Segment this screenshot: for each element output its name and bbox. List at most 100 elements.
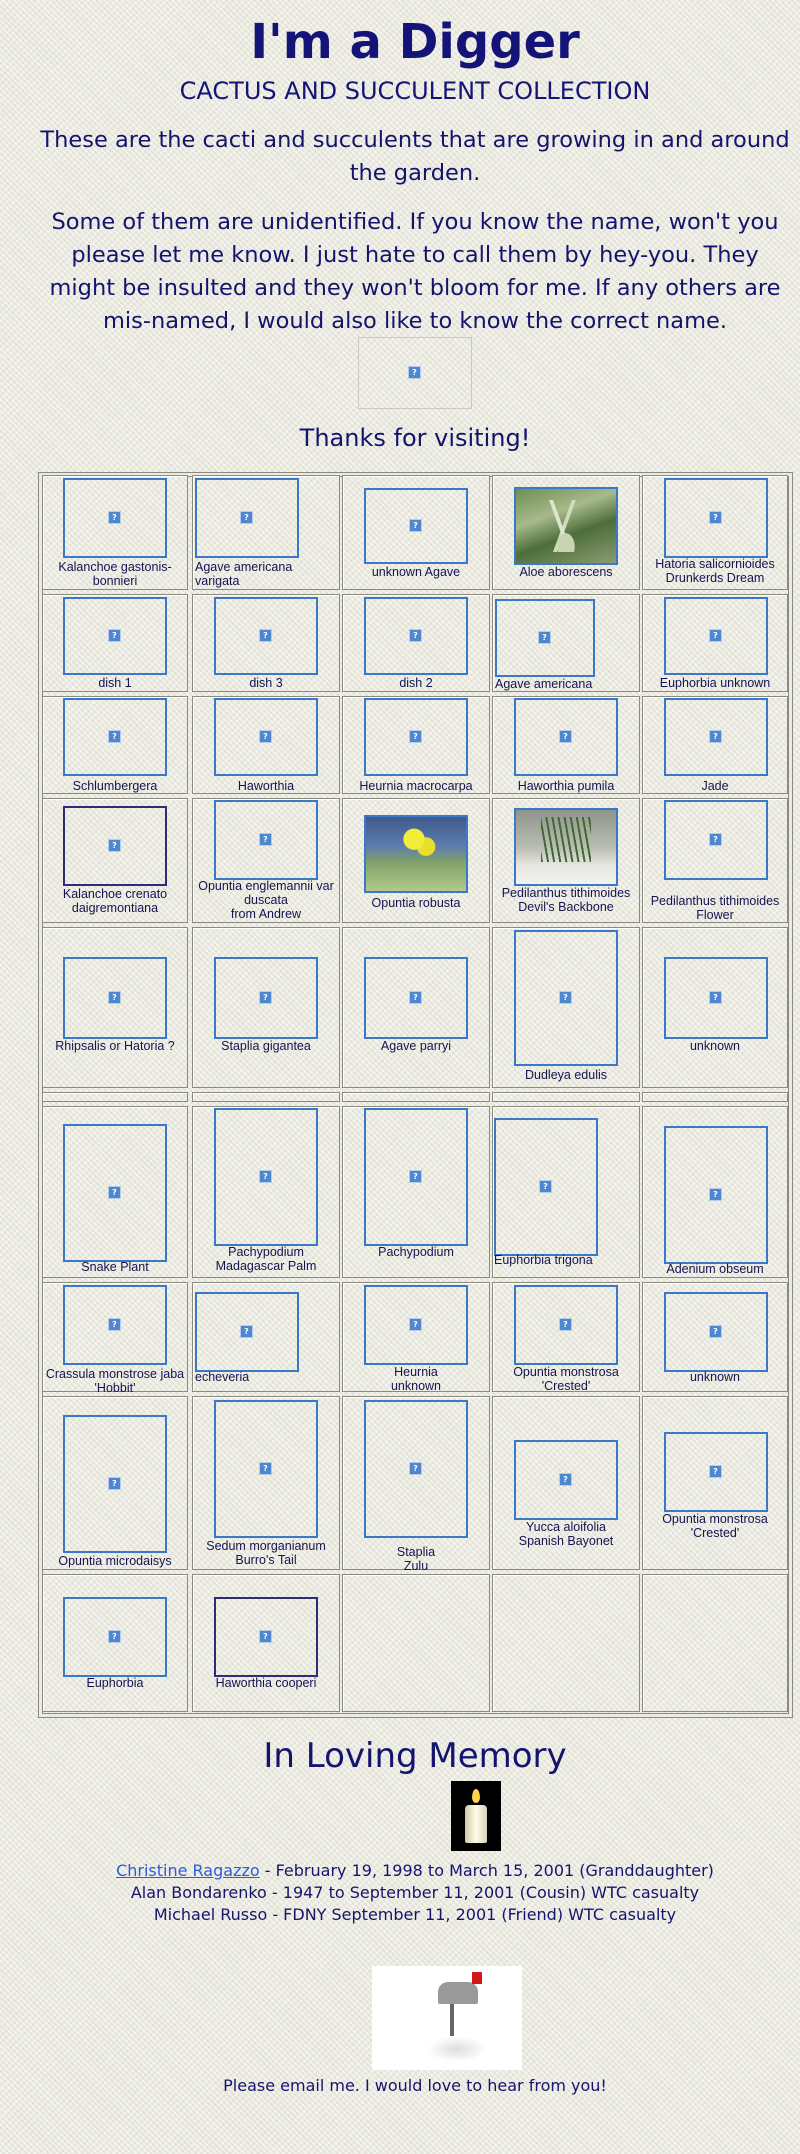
plant-caption: Rhipsalis or Hatoria ? (55, 1039, 175, 1053)
plant-caption: Sedum morganianum Burro's Tail (206, 1539, 326, 1567)
plant-thumbnail[interactable]: ? (364, 1400, 468, 1538)
plant-caption: dish 1 (98, 676, 132, 690)
plant-thumbnail[interactable]: ? (63, 1415, 167, 1553)
plant-caption: Adenium obseum (666, 1262, 764, 1276)
plant-thumbnail[interactable]: ? (664, 957, 768, 1039)
plant-caption: Euphorbia trigona (494, 1253, 593, 1267)
plant-caption: unknown (689, 1039, 741, 1053)
plant-thumbnail[interactable]: ? (514, 930, 618, 1066)
email-me-text[interactable]: Please email me. I would love to hear fr… (0, 2076, 800, 2095)
plant-thumbnail[interactable]: ? (63, 698, 167, 776)
plant-caption: Pedilanthus tithimoides Devil's Backbone (501, 886, 631, 914)
plant-thumbnail[interactable]: ? (514, 1440, 618, 1520)
plant-thumbnail[interactable]: ? (63, 957, 167, 1039)
plant-caption: Schlumbergera (72, 779, 158, 793)
mailbox-image[interactable] (372, 1966, 522, 2070)
broken-image-icon: ? (259, 730, 272, 743)
memorial-line-2: Alan Bondarenko - 1947 to September 11, … (130, 1883, 700, 1902)
broken-image-icon: ? (709, 991, 722, 1004)
broken-image-icon: ? (538, 631, 551, 644)
broken-image-icon: ? (709, 629, 722, 642)
plant-caption: Crassula monstrose jaba 'Hobbit' (45, 1367, 185, 1395)
table-cell (342, 1092, 490, 1102)
plant-thumbnail[interactable]: ? (664, 1292, 768, 1372)
plant-caption: Heurnia macrocarpa (359, 779, 473, 793)
broken-image-icon: ? (108, 991, 121, 1004)
plant-caption: unknown (689, 1370, 741, 1384)
plant-thumbnail[interactable]: ? (364, 597, 468, 675)
plant-caption: Haworthia pumila (517, 779, 615, 793)
plant-thumbnail[interactable]: ? (664, 1432, 768, 1512)
table-cell (492, 1092, 640, 1102)
plant-thumbnail[interactable]: ? (195, 1292, 299, 1372)
plant-caption: dish 2 (399, 676, 433, 690)
plant-thumbnail[interactable]: ? (214, 1108, 318, 1246)
plant-thumbnail[interactable]: ? (514, 1285, 618, 1365)
broken-image-icon: ? (409, 1462, 422, 1475)
broken-image-icon: ? (559, 1318, 572, 1331)
plant-thumbnail[interactable]: ? (364, 698, 468, 776)
intro-paragraph-1: These are the cacti and succulents that … (40, 127, 790, 186)
plant-thumbnail[interactable] (514, 487, 618, 565)
broken-image-icon: ? (108, 629, 121, 642)
plant-caption: Opuntia monstrosa 'Crested' (513, 1365, 619, 1393)
broken-image-icon: ? (108, 1318, 121, 1331)
plant-thumbnail[interactable]: ? (63, 1597, 167, 1677)
plant-thumbnail[interactable]: ? (664, 698, 768, 776)
broken-image-icon: ? (108, 511, 121, 524)
plant-thumbnail[interactable]: ? (514, 698, 618, 776)
plant-caption: Haworthia cooperi (215, 1676, 317, 1690)
plant-thumbnail[interactable]: ? (63, 806, 167, 886)
broken-image-icon: ? (709, 1325, 722, 1338)
candle-image (451, 1781, 501, 1851)
plant-thumbnail[interactable]: ? (664, 800, 768, 880)
broken-image-icon: ? (409, 730, 422, 743)
page-title: I'm a Digger (250, 14, 580, 70)
plant-thumbnail[interactable] (364, 815, 468, 893)
plant-caption: Pachypodium (378, 1245, 454, 1259)
plant-thumbnail[interactable]: ? (364, 488, 468, 564)
broken-image-icon: ? (108, 1186, 121, 1199)
plant-thumbnail[interactable]: ? (214, 698, 318, 776)
plant-thumbnail[interactable]: ? (214, 1597, 318, 1677)
plant-thumbnail[interactable]: ? (63, 597, 167, 675)
plant-caption: Staplia Zulu (396, 1545, 436, 1573)
plant-thumbnail[interactable]: ? (63, 478, 167, 558)
plant-thumbnail[interactable]: ? (495, 599, 595, 677)
plant-caption: Kalanchoe gastonis-bonnieri (58, 560, 172, 588)
plant-thumbnail[interactable]: ? (214, 597, 318, 675)
broken-image-icon: ? (559, 991, 572, 1004)
plant-caption: Opuntia microdaisys (58, 1554, 172, 1568)
intro-paragraph-2: Some of them are unidentified. If you kn… (49, 209, 781, 334)
plant-thumbnail[interactable]: ? (364, 1108, 468, 1246)
plant-thumbnail[interactable]: ? (364, 1285, 468, 1365)
plant-thumbnail[interactable]: ? (214, 957, 318, 1039)
plant-caption: Jade (701, 779, 729, 793)
plant-thumbnail[interactable]: ? (664, 597, 768, 675)
plant-thumbnail[interactable]: ? (214, 1400, 318, 1538)
plant-thumbnail[interactable]: ? (63, 1285, 167, 1365)
broken-image-icon: ? (409, 629, 422, 642)
broken-image-icon: ? (709, 730, 722, 743)
plant-thumbnail[interactable]: ? (494, 1118, 598, 1256)
plant-thumbnail[interactable] (514, 808, 618, 886)
plant-thumbnail[interactable]: ? (214, 800, 318, 880)
broken-image-icon: ? (108, 1477, 121, 1490)
broken-image-icon: ? (409, 991, 422, 1004)
plant-caption: Pedilanthus tithimoides Flower (650, 894, 780, 922)
plant-caption: Haworthia (237, 779, 295, 793)
plant-thumbnail[interactable]: ? (664, 1126, 768, 1264)
plant-caption: Hatoria salicornioides Drunkerds Dream (655, 557, 775, 585)
plant-thumbnail[interactable]: ? (63, 1124, 167, 1262)
plant-caption: Heurnia unknown (390, 1365, 442, 1393)
memorial-line-3: Michael Russo - FDNY September 11, 2001 … (153, 1905, 677, 1924)
plant-caption: Opuntia robusta (371, 896, 461, 910)
header-image: ? (358, 337, 472, 409)
christine-ragazzo-link[interactable]: Christine Ragazzo (116, 1861, 260, 1880)
plant-thumbnail[interactable]: ? (664, 478, 768, 558)
table-cell (642, 1092, 788, 1102)
broken-image-icon: ? (240, 1325, 253, 1338)
plant-thumbnail[interactable]: ? (364, 957, 468, 1039)
plant-thumbnail[interactable]: ? (195, 478, 299, 558)
memorial-heading: In Loving Memory (263, 1736, 567, 1776)
